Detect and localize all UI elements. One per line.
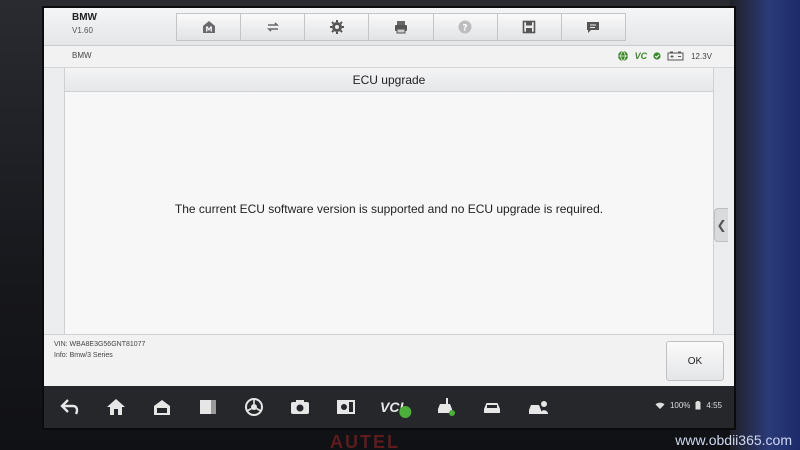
recent-apps-button[interactable] [196,396,220,418]
display-button[interactable] [334,396,358,418]
dialog-title: ECU upgrade [64,68,714,92]
car-button[interactable] [480,396,504,418]
footer: VIN: WBA8E3G56GNT81077 Info: Bmw/3 Serie… [44,334,734,386]
battery-icon [667,51,684,61]
save-button[interactable] [496,13,561,41]
back-arrow-icon [60,399,79,415]
side-panel-toggle[interactable]: ❮ [714,208,728,242]
app-title: BMW [72,12,97,23]
m-home-icon: M [202,21,215,34]
camera-icon [291,400,309,414]
home-nav-button[interactable] [104,396,128,418]
nav-icons: VCI [58,396,550,419]
vci-status: VC [634,51,648,61]
help-button[interactable]: ? [432,13,497,41]
battery-level: 100% [669,401,691,410]
globe-icon [617,50,628,62]
device-brand-logo: AUTEL [330,432,400,450]
green-check-icon [399,405,412,419]
chevron-left-icon: ❮ [716,218,727,232]
voltage-value: 12.3V [691,51,712,61]
status-area: VC 12.3V [617,50,712,62]
vehicle-connect-button[interactable] [434,396,458,418]
garage-icon [154,400,170,415]
system-status: 100% 4:55 [655,401,722,410]
battery-status-icon [695,401,701,410]
toolbar-buttons: M ? [176,13,626,41]
recent-apps-icon [200,400,216,414]
gear-icon [329,20,344,34]
top-toolbar: BMW V1.60 M ? [44,8,734,46]
ok-button[interactable]: OK [666,341,724,381]
vci-button[interactable]: VCI [380,396,412,419]
dialog-message: The current ECU software version is supp… [174,202,604,216]
link-check-icon [653,52,661,60]
car-user-icon [529,401,548,414]
android-nav-bar: VCI 100% 4:55 [44,386,734,428]
settings-button[interactable] [304,13,369,41]
question-icon: ? [458,20,472,34]
print-button[interactable] [368,13,433,41]
car-icon [484,403,500,413]
screen: BMW V1.60 M ? BMW VC 12.3V ECU upgrade T… [44,8,734,428]
svg-text:M: M [205,26,212,34]
chat-icon [587,22,600,33]
clock: 4:55 [706,401,722,410]
vin-text: VIN: WBA8E3G56GNT81077 [54,341,146,348]
breadcrumb: BMW VC 12.3V [44,46,734,68]
remote-expert-button[interactable] [526,396,550,418]
home-icon [107,399,125,415]
car-switch-icon [266,22,279,32]
wifi-icon [655,402,665,409]
printer-icon [394,21,407,34]
chrome-icon [245,398,263,416]
camera-button[interactable] [288,396,312,418]
breadcrumb-item: BMW [72,51,92,60]
car-connect-icon [438,398,455,416]
save-icon [522,20,536,34]
vehicle-info-text: Info: Bmw/3 Series [54,352,113,359]
browser-button[interactable] [242,396,266,418]
home-button[interactable]: M [176,13,241,41]
back-button[interactable] [58,396,82,418]
device-side [730,0,800,450]
app-version: V1.60 [72,26,93,35]
message-button[interactable] [560,13,626,41]
vehicle-button[interactable] [240,13,305,41]
watermark: www.obdii365.com [675,432,792,448]
dialog-body: The current ECU software version is supp… [64,92,714,334]
autel-home-button[interactable] [150,396,174,418]
svg-text:?: ? [463,24,468,34]
brightness-icon [337,400,355,414]
